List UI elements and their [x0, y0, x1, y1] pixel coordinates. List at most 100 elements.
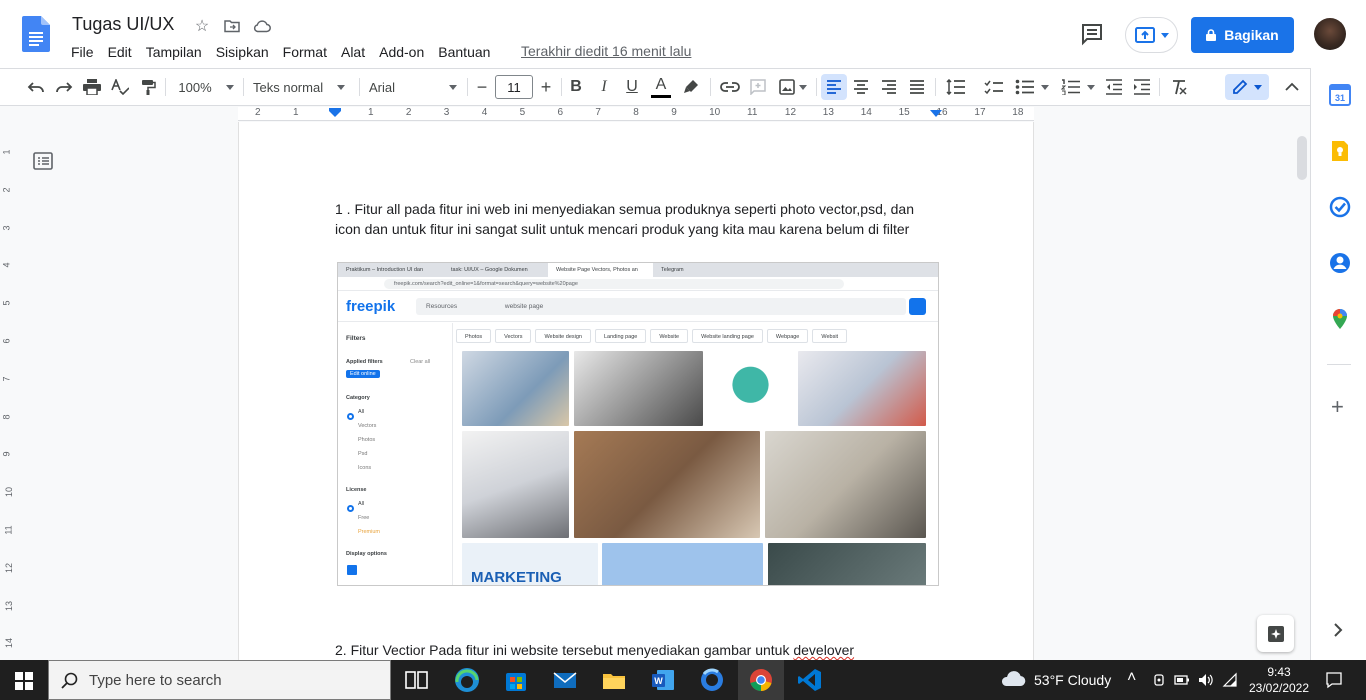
decrease-indent-icon[interactable] [1103, 76, 1125, 98]
present-button[interactable] [1125, 17, 1178, 53]
paragraph-style-select[interactable]: Teks normal [253, 76, 353, 98]
volume-icon[interactable] [1198, 673, 1214, 687]
insert-image-button[interactable] [776, 76, 810, 98]
contacts-icon[interactable] [1329, 252, 1351, 274]
paragraph-1[interactable]: 1 . Fitur all pada fitur ini web ini men… [335, 200, 940, 239]
misspelled-word[interactable]: develover [793, 642, 854, 658]
result-image [708, 351, 793, 426]
result-image [574, 351, 703, 426]
font-size-input[interactable]: 11 [495, 75, 533, 99]
redo-icon[interactable] [53, 76, 75, 98]
paragraph-style-value: Teks normal [253, 79, 324, 95]
decrease-font-size-button[interactable]: − [473, 76, 491, 98]
numbered-list-button[interactable] [1058, 76, 1098, 98]
menu-tools[interactable]: Alat [334, 42, 372, 62]
bold-icon[interactable]: B [566, 76, 586, 98]
file-explorer-icon[interactable] [600, 666, 628, 694]
checklist-icon[interactable] [982, 76, 1006, 98]
increase-indent-icon[interactable] [1131, 76, 1153, 98]
left-indent-marker-icon[interactable] [329, 108, 341, 118]
add-addon-icon[interactable]: + [1331, 394, 1344, 420]
tasks-icon[interactable] [1329, 196, 1351, 218]
align-right-icon[interactable] [879, 76, 899, 98]
move-folder-icon[interactable] [222, 16, 242, 36]
word-icon[interactable]: W [649, 666, 677, 694]
print-icon[interactable] [81, 76, 103, 98]
editing-mode-button[interactable] [1225, 74, 1269, 100]
highlight-color-icon[interactable] [680, 76, 702, 98]
vertical-ruler-mark: 12 [4, 562, 15, 573]
paragraph-2[interactable]: 2. Fitur Vectior Pada fitur ini website … [335, 641, 940, 661]
menu-insert[interactable]: Sisipkan [209, 42, 276, 62]
underline-icon[interactable]: U [622, 76, 642, 98]
comment-history-icon[interactable] [1080, 22, 1104, 46]
last-edit-link[interactable]: Terakhir diedit 16 menit lalu [521, 43, 691, 59]
calendar-icon[interactable]: 31 [1329, 84, 1351, 106]
zoom-select[interactable]: 100% [175, 76, 237, 98]
line-spacing-icon[interactable] [944, 76, 968, 98]
menu-format[interactable]: Format [276, 42, 334, 62]
cloud-weather-icon[interactable] [1000, 670, 1026, 688]
chevron-right-icon[interactable] [1330, 622, 1346, 638]
text-color-icon[interactable]: A [650, 74, 672, 100]
explore-button[interactable] [1257, 615, 1294, 652]
browser-address-bar: freepik.com/search?edit_online=1&format=… [338, 277, 938, 291]
align-center-icon[interactable] [851, 76, 871, 98]
taskbar-search-box[interactable]: Type here to search [48, 660, 391, 700]
vscode-icon[interactable] [796, 666, 824, 694]
align-left-icon[interactable] [821, 74, 847, 100]
document-outline-icon[interactable] [32, 150, 54, 172]
insert-link-icon[interactable] [718, 76, 742, 98]
bulleted-list-button[interactable] [1012, 76, 1052, 98]
add-comment-icon[interactable] [748, 76, 768, 98]
docs-logo-icon[interactable] [22, 16, 50, 52]
menu-help[interactable]: Bantuan [431, 42, 497, 62]
freepik-search-bar: Resources website page [416, 298, 906, 315]
result-image [462, 351, 569, 426]
zoom-value: 100% [178, 79, 212, 95]
keep-icon[interactable] [1329, 140, 1351, 162]
clear-formatting-icon[interactable] [1168, 76, 1190, 98]
ruler-mark: 12 [784, 107, 797, 118]
vertical-scrollbar[interactable] [1297, 136, 1307, 180]
result-image [765, 431, 926, 538]
embedded-screenshot[interactable]: Praktikum – Introduction UI dan task: UI… [337, 262, 939, 586]
battery-icon[interactable] [1174, 674, 1190, 686]
hide-menus-icon[interactable] [1282, 76, 1302, 98]
menu-view[interactable]: Tampilan [139, 42, 209, 62]
avatar[interactable] [1314, 18, 1346, 50]
vertical-ruler-mark: 5 [1, 300, 12, 306]
menu-file[interactable]: File [64, 42, 101, 62]
right-indent-marker-icon[interactable] [930, 110, 942, 118]
menu-edit[interactable]: Edit [101, 42, 139, 62]
tray-chevron-up-icon[interactable]: ˄ [1127, 669, 1136, 687]
increase-font-size-button[interactable]: + [537, 76, 555, 98]
menu-addons[interactable]: Add-on [372, 42, 431, 62]
paint-format-icon[interactable] [137, 76, 159, 98]
wifi-icon[interactable] [1222, 672, 1238, 688]
location-icon[interactable] [1152, 673, 1166, 687]
notifications-icon[interactable] [1325, 671, 1343, 689]
task-view-icon[interactable] [402, 666, 430, 694]
marketing-text: MARKETING [471, 569, 562, 586]
justify-icon[interactable] [907, 76, 927, 98]
chrome-icon[interactable] [747, 666, 775, 694]
windows-start-icon[interactable] [15, 672, 33, 690]
edge-icon[interactable] [453, 666, 481, 694]
font-select[interactable]: Arial [369, 76, 461, 98]
spellcheck-icon[interactable] [109, 76, 131, 98]
result-image [462, 431, 569, 538]
weather-text[interactable]: 53°F Cloudy [1034, 672, 1111, 688]
undo-icon[interactable] [25, 76, 47, 98]
ruler-mark: 10 [709, 107, 721, 118]
doc-title[interactable]: Tugas UI/UX [72, 14, 174, 35]
mail-icon[interactable] [551, 666, 579, 694]
star-icon[interactable]: ☆ [192, 16, 212, 36]
store-icon[interactable] [502, 666, 530, 694]
italic-icon[interactable]: I [594, 76, 614, 98]
cloud-status-icon[interactable] [252, 16, 272, 36]
maps-icon[interactable] [1329, 308, 1351, 330]
taskbar-clock[interactable]: 9:43 23/02/2022 [1240, 664, 1318, 696]
share-button[interactable]: Bagikan [1191, 17, 1294, 53]
firefox-icon[interactable] [698, 666, 726, 694]
